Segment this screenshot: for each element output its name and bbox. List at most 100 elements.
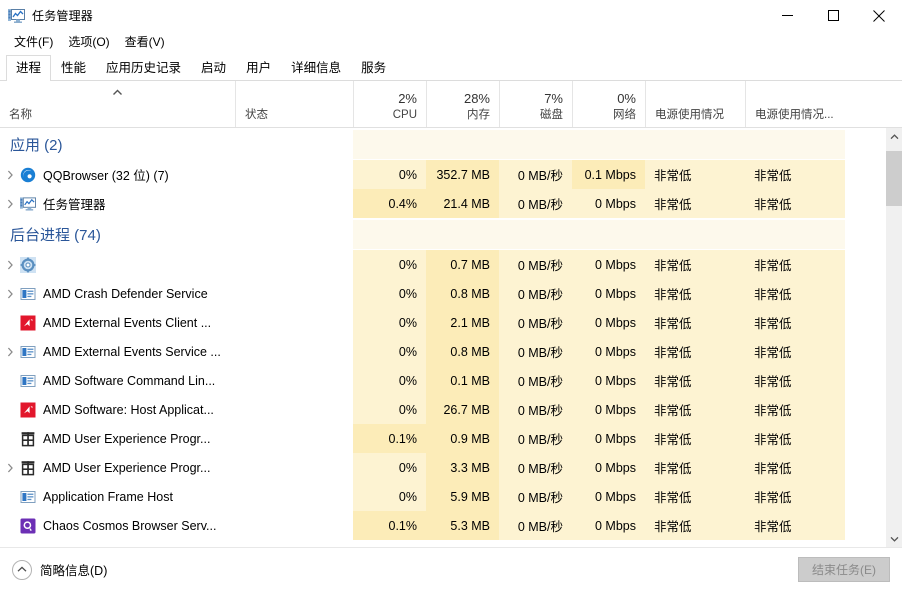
tab-performance[interactable]: 性能	[51, 55, 96, 81]
process-status-cell	[235, 250, 353, 279]
process-status-cell	[235, 395, 353, 424]
column-header-cpu[interactable]: 2% CPU	[353, 81, 426, 127]
process-network-cell: 0 Mbps	[572, 337, 645, 366]
title-bar: 任务管理器	[0, 0, 902, 31]
gear-icon	[20, 257, 36, 273]
table-row[interactable]: 任务管理器0.4%21.4 MB0 MB/秒0 Mbps非常低非常低	[0, 189, 885, 218]
column-header-name[interactable]: 名称	[0, 81, 235, 127]
process-name-label: AMD User Experience Progr...	[43, 432, 210, 446]
process-status-cell	[235, 511, 353, 540]
process-table: 应用 (2)QQBrowser (32 位) (7)0%352.7 MB0 MB…	[0, 128, 902, 547]
table-row[interactable]: AMD Software Command Lin...0%0.1 MB0 MB/…	[0, 366, 885, 395]
process-power-cell: 非常低	[645, 337, 745, 366]
group-status-cell	[235, 130, 353, 159]
amd-red-icon	[20, 402, 36, 418]
process-name-cell[interactable]: AMD User Experience Progr...	[0, 424, 235, 453]
table-row[interactable]: AMD User Experience Progr...0%3.3 MB0 MB…	[0, 453, 885, 482]
tab-startup[interactable]: 启动	[191, 55, 236, 81]
expand-chevron-icon[interactable]	[0, 170, 20, 180]
table-row[interactable]: Application Frame Host0%5.9 MB0 MB/秒0 Mb…	[0, 482, 885, 511]
tab-details[interactable]: 详细信息	[281, 55, 351, 81]
process-name-cell[interactable]: AMD Software: Host Applicat...	[0, 395, 235, 424]
menu-view[interactable]: 查看(V)	[118, 32, 173, 52]
process-name-cell[interactable]: QQBrowser (32 位) (7)	[0, 160, 235, 189]
table-row[interactable]: AMD External Events Service ...0%0.8 MB0…	[0, 337, 885, 366]
process-power_trend-cell: 非常低	[745, 366, 845, 395]
status-bar: 简略信息(D) 结束任务(E)	[0, 547, 902, 591]
process-memory-cell: 26.7 MB	[426, 395, 499, 424]
process-name-cell[interactable]: AMD External Events Service ...	[0, 337, 235, 366]
tab-processes[interactable]: 进程	[6, 55, 51, 81]
fewer-details-button[interactable]: 简略信息(D)	[12, 560, 107, 580]
process-row-list[interactable]: 应用 (2)QQBrowser (32 位) (7)0%352.7 MB0 MB…	[0, 128, 885, 547]
process-name-label: Chaos Cosmos Browser Serv...	[43, 519, 216, 533]
scrollbar-thumb[interactable]	[886, 151, 902, 206]
process-name-cell[interactable]: AMD External Events Client ...	[0, 308, 235, 337]
expand-chevron-icon[interactable]	[0, 260, 20, 270]
table-row[interactable]: AMD Crash Defender Service0%0.8 MB0 MB/秒…	[0, 279, 885, 308]
process-name-cell[interactable]: 任务管理器	[0, 189, 235, 218]
process-name-label: QQBrowser (32 位) (7)	[43, 165, 169, 184]
table-row[interactable]: 0%0.7 MB0 MB/秒0 Mbps非常低非常低	[0, 250, 885, 279]
table-row[interactable]: AMD External Events Client ...0%2.1 MB0 …	[0, 308, 885, 337]
column-header-network[interactable]: 0% 网络	[572, 81, 645, 127]
maximize-button[interactable]	[810, 0, 856, 31]
process-power_trend-cell: 非常低	[745, 250, 845, 279]
scroll-down-icon[interactable]	[886, 530, 902, 547]
column-header-memory[interactable]: 28% 内存	[426, 81, 499, 127]
column-header-name-label: 名称	[0, 108, 235, 122]
process-memory-cell: 3.3 MB	[426, 453, 499, 482]
column-header-power-trend[interactable]: 电源使用情况...	[745, 81, 845, 127]
chaos-purple-icon	[20, 518, 36, 534]
window-controls	[764, 0, 902, 31]
process-name-cell[interactable]: AMD User Experience Progr...	[0, 453, 235, 482]
expand-chevron-icon[interactable]	[0, 347, 20, 357]
table-row[interactable]: QQBrowser (32 位) (7)0%352.7 MB0 MB/秒0.1 …	[0, 160, 885, 189]
amd-red-icon	[20, 315, 36, 331]
process-power-cell: 非常低	[645, 511, 745, 540]
minimize-button[interactable]	[764, 0, 810, 31]
column-header-disk-pct: 7%	[500, 91, 572, 107]
process-name-cell[interactable]: AMD Crash Defender Service	[0, 279, 235, 308]
process-name-cell[interactable]: AMD Software Command Lin...	[0, 366, 235, 395]
column-header-disk[interactable]: 7% 磁盘	[499, 81, 572, 127]
column-header-memory-pct: 28%	[427, 91, 499, 107]
menu-bar: 文件(F) 选项(O) 查看(V)	[0, 31, 902, 53]
blue-doc-icon	[20, 373, 36, 389]
scroll-up-icon[interactable]	[886, 128, 902, 145]
menu-file[interactable]: 文件(F)	[7, 32, 61, 52]
process-name-cell[interactable]: Chaos Cosmos Browser Serv...	[0, 511, 235, 540]
group-name-cell: 应用 (2)	[0, 130, 235, 159]
table-row[interactable]: AMD Software: Host Applicat...0%26.7 MB0…	[0, 395, 885, 424]
column-header-power[interactable]: 电源使用情况	[645, 81, 745, 127]
table-row[interactable]: Chaos Cosmos Browser Serv...0.1%5.3 MB0 …	[0, 511, 885, 540]
close-button[interactable]	[856, 0, 902, 31]
menu-options[interactable]: 选项(O)	[61, 32, 117, 52]
process-disk-cell: 0 MB/秒	[499, 250, 572, 279]
task-manager-window: 任务管理器 文件(F) 选项(O) 查看(V) 进程 性能 应用历史记录 启动 …	[0, 0, 902, 591]
process-name-label: Application Frame Host	[43, 490, 173, 504]
grid-dark-icon	[20, 431, 36, 447]
vertical-scrollbar[interactable]	[885, 128, 902, 547]
table-row[interactable]: AMD User Experience Progr...0.1%0.9 MB0 …	[0, 424, 885, 453]
process-group-row[interactable]: 应用 (2)	[0, 128, 885, 160]
process-status-cell	[235, 160, 353, 189]
end-task-button[interactable]: 结束任务(E)	[798, 557, 890, 582]
expand-chevron-icon[interactable]	[0, 463, 20, 473]
process-group-row[interactable]: 后台进程 (74)	[0, 218, 885, 250]
process-name-cell[interactable]	[0, 250, 235, 279]
tab-users[interactable]: 用户	[236, 55, 281, 81]
expand-chevron-icon[interactable]	[0, 199, 20, 209]
scrollbar-track[interactable]	[886, 145, 902, 530]
process-disk-cell: 0 MB/秒	[499, 424, 572, 453]
tab-services[interactable]: 服务	[351, 55, 396, 81]
tab-app-history[interactable]: 应用历史记录	[96, 55, 191, 81]
process-name-cell[interactable]: Application Frame Host	[0, 482, 235, 511]
group-memory-cell	[426, 220, 499, 249]
group-power-cell	[645, 220, 745, 249]
expand-chevron-icon[interactable]	[0, 289, 20, 299]
column-header-network-pct: 0%	[573, 91, 645, 107]
process-power-cell: 非常低	[645, 395, 745, 424]
group-status-cell	[235, 220, 353, 249]
column-header-status[interactable]: 状态	[235, 81, 353, 127]
